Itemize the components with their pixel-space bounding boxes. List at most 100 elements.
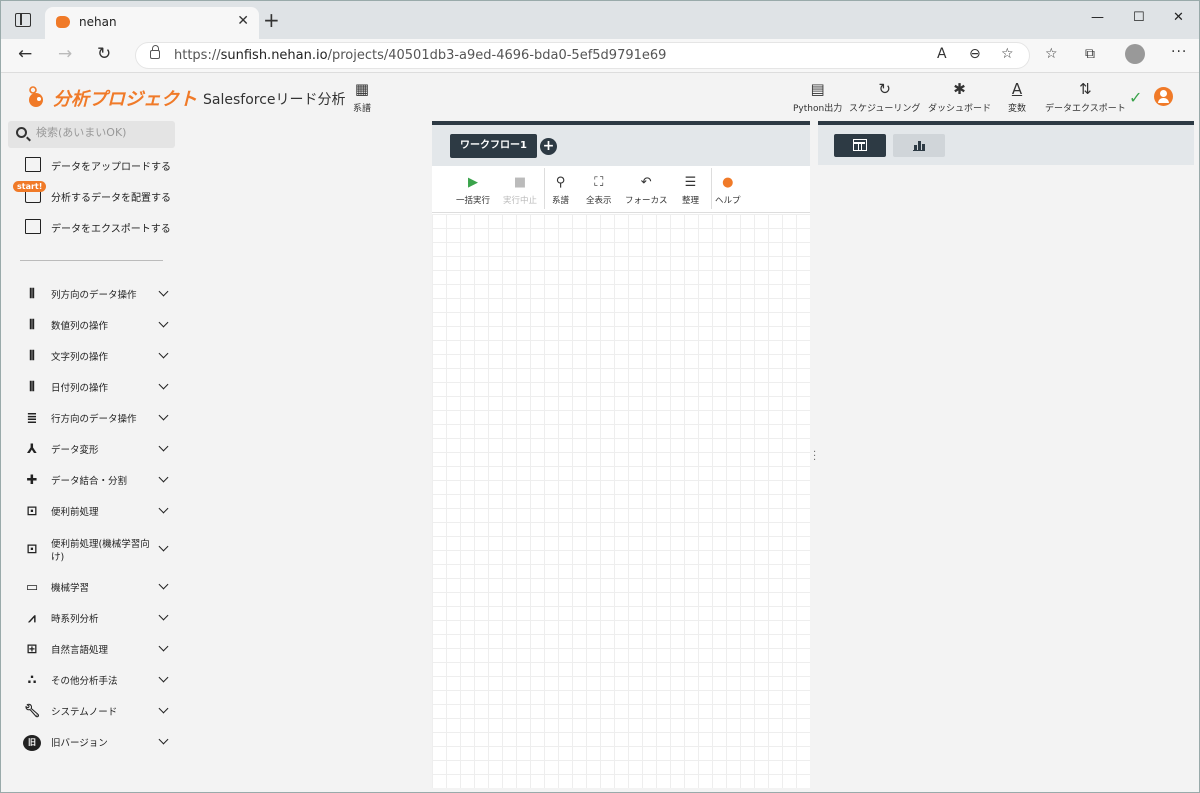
dashboard-icon: ✱	[953, 80, 966, 98]
variables-button[interactable]: A 変数	[1008, 81, 1026, 115]
bar-chart-icon	[913, 140, 925, 151]
search-input[interactable]	[36, 126, 166, 139]
wrench-icon: 🔧︎	[23, 704, 41, 719]
chevron-down-icon	[158, 541, 169, 552]
preprocess-icon: ⊡	[26, 504, 38, 519]
node-search	[8, 121, 175, 148]
nehan-favicon-icon	[56, 16, 70, 28]
maximize-icon[interactable]: ☐	[1133, 10, 1145, 25]
play-icon: ▶	[468, 175, 478, 190]
schedule-icon: ↻	[878, 80, 891, 98]
collections-icon[interactable]: ⧉	[1085, 46, 1095, 62]
focus-icon: ↶	[640, 175, 652, 190]
search-icon	[16, 127, 27, 138]
tab-chart-view[interactable]	[893, 134, 945, 157]
arrange-button[interactable]: ☰ 整理	[682, 174, 699, 206]
add-workflow-button[interactable]: +	[540, 138, 557, 155]
close-window-icon[interactable]: ✕	[1173, 10, 1184, 25]
zoom-out-icon[interactable]: ⊖	[969, 46, 981, 62]
columns-icon: ⦀	[29, 318, 35, 333]
reload-icon[interactable]: ↻	[97, 44, 111, 64]
transform-icon: ⅄	[27, 442, 37, 457]
app-logo-text[interactable]: 分析プロジェクト	[53, 85, 197, 111]
chevron-down-icon	[158, 503, 169, 514]
chevron-down-icon	[158, 410, 169, 421]
toolbar-divider	[711, 168, 712, 209]
arrange-icon: ☰	[684, 175, 697, 190]
new-tab-button[interactable]: +	[263, 10, 280, 30]
focus-button[interactable]: ↶ フォーカス	[625, 174, 668, 206]
run-all-button[interactable]: ▶ 一括実行	[456, 174, 490, 206]
chevron-down-icon	[158, 472, 169, 483]
more-menu-icon[interactable]: ···	[1171, 44, 1187, 60]
chevron-down-icon	[158, 379, 169, 390]
nehan-logo-icon	[29, 86, 43, 107]
ml-icon: ▭	[25, 580, 39, 595]
browser-tab[interactable]: nehan ✕	[45, 7, 259, 39]
preview-tab-bar	[818, 125, 1194, 165]
add-favorite-icon[interactable]: ☆	[1001, 46, 1014, 62]
table-icon	[853, 139, 867, 151]
profile-avatar[interactable]	[1125, 44, 1145, 64]
preview-panel	[818, 121, 1194, 788]
user-account-icon[interactable]	[1154, 87, 1173, 106]
chevron-down-icon	[158, 286, 169, 297]
chevron-down-icon	[158, 441, 169, 452]
preprocess-icon: ⊡	[26, 542, 38, 557]
workflow-panel: ワークフロー1 + ▶ 一括実行 ■ 実行中止 ⚲ 系譜 ⛶ 全表示 ↶ フォー…	[432, 121, 810, 788]
timeseries-icon: ⩘	[28, 611, 36, 626]
dashboard-button[interactable]: ✱ ダッシュボード	[928, 80, 991, 115]
lineage-button[interactable]: ▦ 系譜	[353, 80, 371, 115]
browser-window: nehan ✕ + — ☐ ✕ ← → ↻ https://sunfish.ne…	[0, 0, 1200, 793]
columns-icon: ⦀	[29, 287, 35, 302]
title-bar: nehan ✕ + — ☐ ✕	[1, 1, 1199, 39]
chevron-down-icon	[158, 579, 169, 590]
tab-title: nehan	[79, 15, 117, 29]
lineage-icon: ⚲	[555, 175, 566, 190]
back-icon[interactable]: ←	[18, 44, 32, 64]
workflow-toolbar: ▶ 一括実行 ■ 実行中止 ⚲ 系譜 ⛶ 全表示 ↶ フォーカス ☰ 整理 ● …	[432, 166, 810, 213]
project-name[interactable]: Salesforceリード分析	[203, 89, 346, 109]
fit-view-button[interactable]: ⛶ 全表示	[586, 174, 612, 206]
app-header: 分析プロジェクト Salesforceリード分析 ▦ 系譜 ▤ Python出力…	[1, 73, 1199, 123]
favorites-icon[interactable]: ☆	[1045, 46, 1058, 62]
url-field[interactable]: https://sunfish.nehan.io/projects/40501d…	[135, 42, 1030, 69]
tab-workflow-1[interactable]: ワークフロー1	[450, 134, 537, 158]
tab-table-view[interactable]	[834, 134, 886, 157]
workflow-tab-bar: ワークフロー1 +	[432, 125, 810, 166]
chevron-down-icon	[158, 734, 169, 745]
other-icon: ∴	[27, 673, 37, 688]
lineage-tool-button[interactable]: ⚲ 系譜	[552, 174, 569, 206]
export-icon: ⇅	[1079, 80, 1092, 98]
forward-icon[interactable]: →	[58, 44, 72, 64]
export-down-icon	[25, 219, 41, 234]
minimize-icon[interactable]: —	[1091, 10, 1104, 25]
scheduling-button[interactable]: ↻ スケジューリング	[849, 80, 920, 115]
help-icon: ●	[722, 175, 734, 190]
data-export-button[interactable]: ⇅ データエクスポート	[1045, 80, 1126, 115]
workflow-canvas[interactable]	[432, 214, 810, 788]
chevron-down-icon	[158, 317, 169, 328]
chevron-down-icon	[158, 610, 169, 621]
file-icon: ▤	[810, 80, 825, 98]
stop-run-button[interactable]: ■ 実行中止	[503, 174, 537, 206]
address-bar: ← → ↻ https://sunfish.nehan.io/projects/…	[1, 39, 1199, 73]
sidebar-divider	[20, 260, 163, 261]
chevron-down-icon	[158, 672, 169, 683]
toolbar-divider	[544, 168, 545, 209]
fit-icon: ⛶	[594, 175, 604, 190]
columns-icon: ⦀	[29, 349, 35, 364]
help-button[interactable]: ● ヘルプ	[715, 174, 741, 206]
read-aloud-icon[interactable]: A	[937, 46, 947, 62]
url-text: https://sunfish.nehan.io/projects/40501d…	[174, 48, 667, 63]
chevron-down-icon	[158, 641, 169, 652]
chevron-down-icon	[158, 348, 169, 359]
python-export-button[interactable]: ▤ Python出力	[793, 80, 842, 115]
panel-resize-handle[interactable]: · · ·	[813, 448, 816, 466]
sidebar-toggle-icon[interactable]	[15, 13, 31, 27]
saved-check-icon: ✓	[1129, 88, 1143, 107]
close-tab-icon[interactable]: ✕	[237, 13, 249, 29]
upload-icon	[25, 157, 41, 172]
map-icon: ▦	[354, 80, 370, 98]
nlp-icon: ⊞	[26, 642, 38, 657]
